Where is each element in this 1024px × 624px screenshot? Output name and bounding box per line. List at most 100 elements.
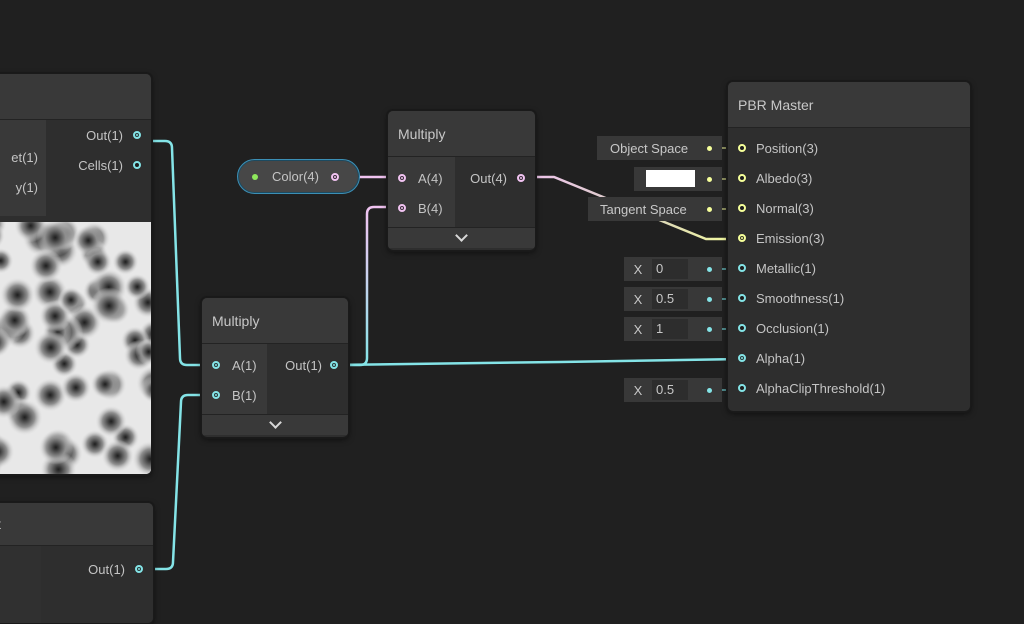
port-dot-icon (707, 267, 712, 272)
port-connected-icon[interactable] (398, 204, 406, 212)
input-occlusion: Occlusion(1) (728, 313, 970, 343)
input-normal: Normal(3) (728, 193, 970, 223)
port-label: A(1) (232, 357, 257, 373)
node-title: Multiply (212, 313, 260, 329)
smoothness-field[interactable]: X 0.5 (624, 287, 729, 311)
axis-label: X (633, 382, 643, 398)
chevron-down-icon (268, 416, 282, 429)
alpha-clip-value-input[interactable]: 0.5 (652, 380, 688, 400)
bottom-outputs: Out(1) (41, 546, 153, 623)
port-label: y(1) (15, 179, 38, 195)
voronoi-inputs: et(1) y(1) (0, 120, 46, 216)
port-empty-icon[interactable] (133, 161, 141, 169)
port-dot-icon (707, 327, 712, 332)
port-empty-icon[interactable] (738, 264, 746, 272)
voronoi-cell (57, 286, 85, 313)
bottom-node[interactable]: t Out(1) (0, 502, 154, 624)
axis-label: X (633, 291, 643, 307)
port-empty-icon[interactable] (738, 384, 746, 392)
port-connected-icon[interactable] (135, 565, 143, 573)
input-metallic: Metallic(1) (728, 253, 970, 283)
port-connected-icon[interactable] (330, 172, 339, 181)
port-dot-icon (707, 297, 712, 302)
smoothness-value-input[interactable]: 0.5 (652, 289, 688, 309)
voronoi-cell (29, 248, 63, 283)
metallic-value-input[interactable]: 0 (652, 259, 688, 279)
voronoi-cell (90, 369, 120, 399)
port-empty-icon[interactable] (738, 204, 746, 212)
voronoi-node-header[interactable] (0, 74, 151, 120)
port-empty-icon[interactable] (738, 294, 746, 302)
expand-button[interactable] (388, 227, 535, 248)
voronoi-cell (83, 247, 112, 276)
input-emission: Emission(3) (728, 223, 970, 253)
port-connected-icon[interactable] (398, 174, 406, 182)
chevron-down-icon (455, 229, 468, 242)
port-label: B(4) (418, 200, 443, 216)
pbr-master-node[interactable]: PBR Master Position(3) Albedo(3) Normal(… (727, 81, 971, 412)
port-label: Emission(3) (756, 230, 825, 246)
multiply-node-1-header[interactable]: Multiply (202, 298, 348, 344)
port-empty-icon[interactable] (738, 324, 746, 332)
albedo-color-field[interactable] (634, 167, 729, 191)
dropdown-value: Object Space (610, 140, 689, 156)
multiply-1-input-a: A(1) (202, 350, 267, 380)
port-connected-icon[interactable] (738, 234, 746, 242)
node-title: Multiply (398, 126, 446, 142)
port-connected-icon[interactable] (517, 174, 525, 182)
port-label: B(1) (232, 387, 257, 403)
voronoi-cell (112, 248, 139, 276)
multiply-2-input-b: B(4) (388, 193, 455, 223)
port-label: Metallic(1) (756, 260, 816, 276)
input-position: Position(3) (728, 133, 970, 163)
normal-space-dropdown[interactable]: Tangent Space (588, 197, 729, 221)
port-label: Smoothness(1) (756, 290, 845, 306)
port-label: Out(1) (285, 357, 322, 373)
port-connected-icon[interactable] (212, 361, 220, 369)
input-albedo: Albedo(3) (728, 163, 970, 193)
port-dot-icon (707, 207, 712, 212)
pbr-master-header[interactable]: PBR Master (728, 82, 970, 128)
axis-label: X (633, 261, 643, 277)
voronoi-outputs: Out(1) Cells(1) (46, 120, 151, 216)
voronoi-input-row: et(1) (0, 142, 46, 172)
voronoi-cell (38, 430, 74, 465)
multiply-node-1[interactable]: Multiply A(1) B(1) Out(1) (201, 297, 349, 438)
port-connected-icon[interactable] (330, 361, 338, 369)
voronoi-node[interactable]: et(1) y(1) Out(1) Cells(1) (0, 73, 152, 475)
multiply-1-input-b: B(1) (202, 380, 267, 410)
port-connected-icon[interactable] (738, 354, 746, 362)
multiply-node-2-header[interactable]: Multiply (388, 111, 535, 157)
bottom-node-header[interactable]: t (0, 503, 153, 546)
property-label: Color(4) (272, 169, 319, 184)
port-label: et(1) (11, 149, 38, 165)
color-swatch[interactable] (646, 170, 695, 187)
color-property-node[interactable]: Color(4) (237, 159, 360, 194)
alpha-clip-field[interactable]: X 0.5 (624, 378, 729, 402)
input-alpha: Alpha(1) (728, 343, 970, 373)
port-dot-icon (707, 146, 712, 151)
port-connected-icon[interactable] (133, 131, 141, 139)
multiply-1-output: Out(1) (267, 350, 348, 380)
expand-button[interactable] (202, 414, 348, 435)
port-label: Cells(1) (78, 157, 123, 173)
metallic-field[interactable]: X 0 (624, 257, 729, 281)
position-space-dropdown[interactable]: Object Space (597, 136, 729, 160)
port-dot-icon (707, 177, 712, 182)
port-label: A(4) (418, 170, 443, 186)
port-label: Normal(3) (756, 200, 814, 216)
port-empty-icon[interactable] (738, 174, 746, 182)
port-label: AlphaClipThreshold(1) (756, 380, 886, 396)
voronoi-cell (90, 287, 128, 325)
voronoi-output-cells: Cells(1) (46, 150, 151, 180)
occlusion-value-input[interactable]: 1 (652, 319, 688, 339)
bottom-inputs (0, 546, 41, 623)
multiply-node-2[interactable]: Multiply A(4) B(4) Out(4) (387, 110, 536, 251)
voronoi-cell (124, 273, 151, 300)
edge-multiply1-out-to-alpha[interactable] (331, 357, 743, 367)
occlusion-field[interactable]: X 1 (624, 317, 729, 341)
port-label: Position(3) (756, 140, 819, 156)
port-connected-icon[interactable] (212, 391, 220, 399)
dropdown-value: Tangent Space (600, 201, 687, 217)
port-empty-icon[interactable] (738, 144, 746, 152)
